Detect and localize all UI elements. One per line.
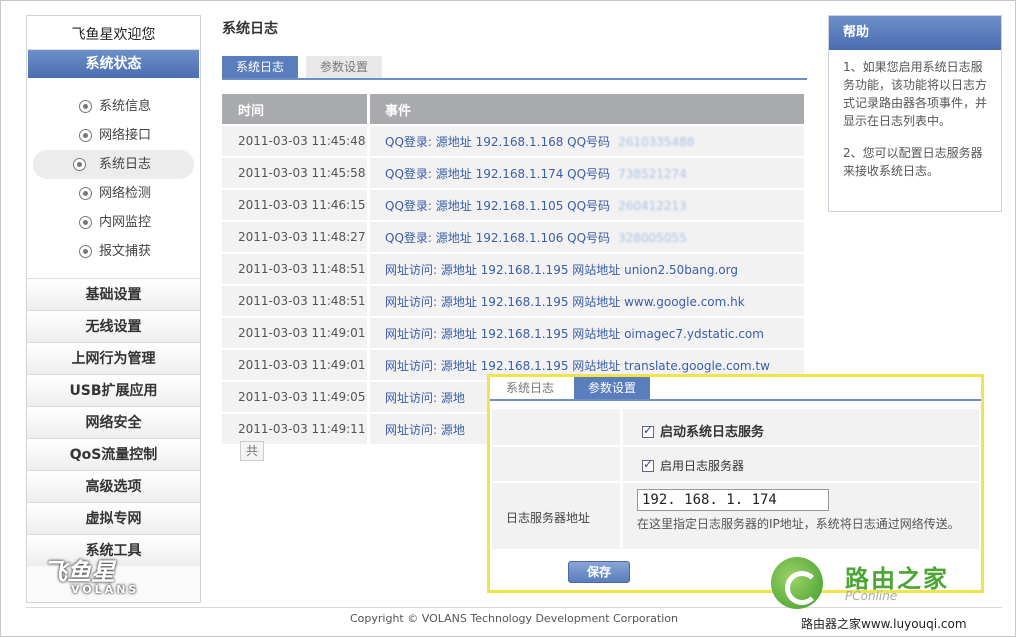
sidebar-item-network-interface[interactable]: 网络接口 xyxy=(33,121,194,150)
menu-network-security[interactable]: 网络安全 xyxy=(27,406,200,438)
log-time: 2011-03-03 11:49:11 xyxy=(222,414,367,444)
log-event: 网址访问: 源地址 192.168.1.195 网站地址 oimagec7.yd… xyxy=(367,318,804,348)
log-event-text: QQ登录: 源地址 192.168.1.105 QQ号码 xyxy=(385,198,611,213)
sidebar: 飞鱼星欢迎您 系统状态 系统信息 网络接口 系统日志 网络检测 内网监控 报文捕… xyxy=(26,15,201,603)
table-header: 时间 事件 xyxy=(222,94,804,124)
table-row: 2011-03-03 11:48:51 网址访问: 源地址 192.168.1.1… xyxy=(222,286,804,316)
redacted-qq-number: 2610335488 xyxy=(618,134,695,149)
page-title: 系统日志 xyxy=(222,21,278,37)
column-divider xyxy=(620,409,623,549)
log-time: 2011-03-03 11:49:05 xyxy=(222,382,367,412)
table-row: 2011-03-03 11:45:48 QQ登录: 源地址 192.168.1.1… xyxy=(222,126,804,156)
enable-log-server-label: 启用日志服务器 xyxy=(660,459,745,473)
watermark-logo-icon xyxy=(771,557,823,609)
table-row: 2011-03-03 11:48:27 QQ登录: 源地址 192.168.1.1… xyxy=(222,222,804,252)
volans-logo: 飞鱼星 VOLANS xyxy=(43,552,193,598)
radio-icon xyxy=(79,216,92,229)
log-event-text: QQ登录: 源地址 192.168.1.168 QQ号码 xyxy=(385,134,611,149)
sidebar-item-network-check[interactable]: 网络检测 xyxy=(33,179,194,208)
log-event-text: 网址访问: 源地 xyxy=(385,422,465,437)
enable-log-service-row[interactable]: 启动系统日志服务 xyxy=(642,421,1016,440)
watermark: 路由之家 PConline 路由器之家www.luyouqi.com xyxy=(771,551,1011,636)
server-address-label: 日志服务器地址 xyxy=(506,511,591,525)
radio-icon xyxy=(79,100,92,113)
watermark-url: 路由器之家www.luyouqi.com xyxy=(801,617,967,631)
log-time: 2011-03-03 11:49:01 xyxy=(222,350,367,380)
row-divider xyxy=(492,445,979,447)
sidebar-item-lan-monitor[interactable]: 内网监控 xyxy=(33,208,194,237)
overlay-tab-parameter-settings[interactable]: 参数设置 xyxy=(574,377,651,399)
help-body: 1、如果您启用系统日志服务功能，该功能将以日志方式记录路由器各项事件，并显示在日… xyxy=(829,50,1001,180)
table-row: 2011-03-03 11:46:15 QQ登录: 源地址 192.168.1.1… xyxy=(222,190,804,220)
log-event: 网址访问: 源地址 192.168.1.195 网站地址 union2.50ba… xyxy=(367,254,804,284)
enable-log-server-row[interactable]: 启用日志服务器 xyxy=(642,457,1016,474)
log-event-text: 网址访问: 源地址 192.168.1.195 网站地址 oimagec7.yd… xyxy=(385,326,764,341)
column-header-time: 时间 xyxy=(222,94,367,124)
help-paragraph: 1、如果您启用系统日志服务功能，该功能将以日志方式记录路由器各项事件，并显示在日… xyxy=(843,60,988,128)
sidebar-item-system-info[interactable]: 系统信息 xyxy=(33,92,194,121)
row-divider xyxy=(492,481,979,483)
tab-parameter-settings[interactable]: 参数设置 xyxy=(306,56,383,78)
help-panel: 帮助 1、如果您启用系统日志服务功能，该功能将以日志方式记录路由器各项事件，并显… xyxy=(828,15,1002,212)
server-address-input[interactable]: 192. 168. 1. 174 xyxy=(637,489,829,511)
app-frame: 飞鱼星欢迎您 系统状态 系统信息 网络接口 系统日志 网络检测 内网监控 报文捕… xyxy=(0,0,1016,637)
sidebar-section-status[interactable]: 系统状态 xyxy=(28,50,199,78)
redacted-qq-number: 328005055 xyxy=(618,230,687,245)
watermark-sub: PConline xyxy=(845,589,898,603)
radio-icon xyxy=(79,187,92,200)
log-event-text: 网址访问: 源地 xyxy=(385,390,465,405)
sidebar-item-packet-capture[interactable]: 报文捕获 xyxy=(33,237,194,266)
server-address-hint: 在这里指定日志服务器的IP地址，系统将日志通过网络传送。 xyxy=(637,517,960,531)
logo-text: 飞鱼星 xyxy=(43,558,115,586)
overlay-tab-system-log[interactable]: 系统日志 xyxy=(492,377,568,399)
enable-log-server-checkbox[interactable] xyxy=(642,457,654,472)
settings-form: 启动系统日志服务 启用日志服务器 日志服务器地址 192. 168. 1. 17… xyxy=(492,409,979,549)
log-event-text: 网址访问: 源地址 192.168.1.195 网站地址 union2.50ba… xyxy=(385,262,738,277)
menu-basic-settings[interactable]: 基础设置 xyxy=(27,278,200,310)
menu-qos[interactable]: QoS流量控制 xyxy=(27,438,200,470)
pager-total: 共 xyxy=(240,441,264,461)
radio-icon xyxy=(79,245,92,258)
sidebar-item-system-log[interactable]: 系统日志 xyxy=(33,150,194,179)
redacted-qq-number: 260412213 xyxy=(618,198,687,213)
help-title: 帮助 xyxy=(829,16,1001,50)
menu-usb-apps[interactable]: USB扩展应用 xyxy=(27,374,200,406)
log-time: 2011-03-03 11:48:27 xyxy=(222,222,367,252)
log-event: QQ登录: 源地址 192.168.1.174 QQ号码 738521274 xyxy=(367,158,804,188)
log-time: 2011-03-03 11:46:15 xyxy=(222,190,367,220)
log-event: 网址访问: 源地址 192.168.1.195 网站地址 www.google.… xyxy=(367,286,804,316)
log-event-text: 网址访问: 源地址 192.168.1.195 网站地址 translate.g… xyxy=(385,358,770,373)
save-button[interactable]: 保存 xyxy=(568,561,630,583)
log-event-text: 网址访问: 源地址 192.168.1.195 网站地址 www.google.… xyxy=(385,294,745,309)
overlay-tab-bar: 系统日志 参数设置 xyxy=(490,377,981,401)
log-time: 2011-03-03 11:49:01 xyxy=(222,318,367,348)
table-row: 2011-03-03 11:49:01 网址访问: 源地址 192.168.1.1… xyxy=(222,318,804,348)
log-time: 2011-03-03 11:45:48 xyxy=(222,126,367,156)
help-paragraph: 2、您可以配置日志服务器来接收系统日志。 xyxy=(843,146,983,178)
menu-vpn[interactable]: 虚拟专网 xyxy=(27,502,200,534)
enable-log-service-label: 启动系统日志服务 xyxy=(660,425,765,440)
table-row: 2011-03-03 11:45:58 QQ登录: 源地址 192.168.1.1… xyxy=(222,158,804,188)
radio-icon xyxy=(73,158,86,171)
tab-system-log[interactable]: 系统日志 xyxy=(222,56,299,78)
log-time: 2011-03-03 11:48:51 xyxy=(222,254,367,284)
log-event: QQ登录: 源地址 192.168.1.106 QQ号码 328005055 xyxy=(367,222,804,252)
column-header-event: 事件 xyxy=(367,94,804,124)
log-time: 2011-03-03 11:45:58 xyxy=(222,158,367,188)
log-event: QQ登录: 源地址 192.168.1.168 QQ号码 2610335488 xyxy=(367,126,804,156)
menu-behavior-management[interactable]: 上网行为管理 xyxy=(27,342,200,374)
radio-icon xyxy=(79,129,92,142)
log-event: QQ登录: 源地址 192.168.1.105 QQ号码 260412213 xyxy=(367,190,804,220)
tab-bar: 系统日志 参数设置 xyxy=(222,56,807,80)
table-row: 2011-03-03 11:48:51 网址访问: 源地址 192.168.1.1… xyxy=(222,254,804,284)
redacted-qq-number: 738521274 xyxy=(618,166,687,181)
enable-log-service-checkbox[interactable] xyxy=(642,423,654,438)
log-event-text: QQ登录: 源地址 192.168.1.106 QQ号码 xyxy=(385,230,611,245)
log-time: 2011-03-03 11:48:51 xyxy=(222,286,367,316)
log-event-text: QQ登录: 源地址 192.168.1.174 QQ号码 xyxy=(385,166,611,181)
welcome-banner: 飞鱼星欢迎您 xyxy=(27,16,200,50)
status-submenu: 系统信息 网络接口 系统日志 网络检测 内网监控 报文捕获 xyxy=(27,78,200,278)
menu-advanced-options[interactable]: 高级选项 xyxy=(27,470,200,502)
menu-wireless-settings[interactable]: 无线设置 xyxy=(27,310,200,342)
